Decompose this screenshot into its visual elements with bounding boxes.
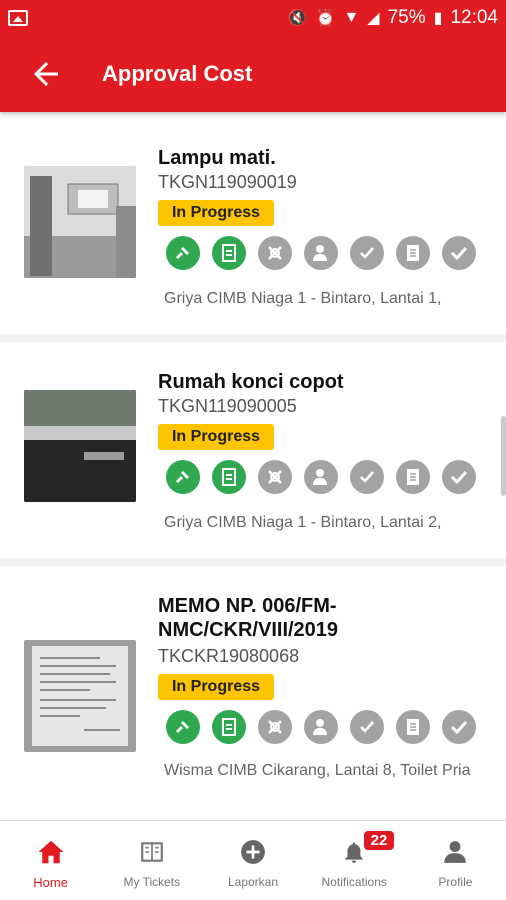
user-approval-icon — [304, 460, 338, 494]
ticket-title: MEMO NP. 006/FM-NMC/CKR/VIII/2019 — [158, 595, 339, 641]
ticket-location: Griya CIMB Niaga 1 - Bintaro, Lantai 2, — [164, 514, 442, 531]
nav-my-tickets-label: My Tickets — [123, 875, 181, 889]
ticket-location: Griya CIMB Niaga 1 - Bintaro, Lantai 1, — [164, 290, 442, 307]
approval-steps — [166, 236, 476, 270]
nav-profile[interactable]: Profile — [405, 821, 506, 900]
report-icon — [396, 460, 430, 494]
wrench-cross-icon — [258, 236, 292, 270]
tools-check-icon — [166, 710, 200, 744]
person-icon — [440, 837, 470, 867]
ticket-photo[interactable] — [24, 390, 136, 502]
ticket-list: Lampu mati. TKGN119090019 In Progress Gr… — [0, 116, 506, 820]
ticket-title: Rumah konci copot — [158, 371, 344, 393]
status-badge: In Progress — [158, 200, 274, 226]
report-icon — [396, 710, 430, 744]
tickets-icon — [137, 837, 167, 867]
user-approval-icon — [304, 236, 338, 270]
ticket-card[interactable]: Rumah konci copot TKGN119090005 In Progr… — [0, 342, 506, 558]
clock: 12:04 — [450, 7, 498, 28]
ticket-location: Wisma CIMB Cikarang, Lantai 8, Toilet Pr… — [164, 762, 471, 779]
ticket-card[interactable]: Lampu mati. TKGN119090019 In Progress Gr… — [0, 118, 506, 334]
gallery-icon — [8, 10, 28, 26]
bottom-nav: Home My Tickets Laporkan 22 Notification… — [0, 820, 506, 900]
alarm-icon: ⏰ — [315, 10, 336, 27]
document-check-icon — [212, 710, 246, 744]
nav-notifications-label: Notifications — [321, 875, 387, 889]
check-icon — [442, 460, 476, 494]
app-bar: Approval Cost — [0, 36, 506, 112]
status-badge: In Progress — [158, 674, 274, 700]
report-icon — [396, 236, 430, 270]
wifi-icon: ▼ — [343, 9, 360, 26]
hand-check-icon — [350, 710, 384, 744]
ticket-code: TKGN119090005 — [158, 396, 297, 416]
document-check-icon — [212, 460, 246, 494]
ticket-title: Lampu mati. — [158, 147, 276, 169]
tools-check-icon — [166, 460, 200, 494]
nav-home-label: Home — [33, 875, 68, 890]
page-title: Approval Cost — [102, 61, 253, 86]
status-bar: 🔇 ⏰ ▼ ◢ 75% ▮ 12:04 — [0, 0, 506, 36]
nav-profile-label: Profile — [438, 875, 473, 889]
nav-laporkan-label: Laporkan — [227, 875, 279, 889]
hand-check-icon — [350, 460, 384, 494]
mute-icon: 🔇 — [287, 10, 308, 27]
ticket-code: TKCKR19080068 — [158, 646, 300, 666]
battery-icon: ▮ — [433, 10, 443, 27]
document-check-icon — [212, 236, 246, 270]
nav-notifications[interactable]: 22 Notifications — [304, 821, 405, 900]
check-icon — [442, 710, 476, 744]
nav-home[interactable]: Home — [0, 821, 101, 900]
wrench-cross-icon — [258, 460, 292, 494]
home-icon — [36, 837, 66, 867]
nav-my-tickets[interactable]: My Tickets — [101, 821, 202, 900]
approval-steps — [166, 710, 476, 744]
user-approval-icon — [304, 710, 338, 744]
ticket-card[interactable]: MEMO NP. 006/FM-NMC/CKR/VIII/2019 TKCKR1… — [0, 566, 506, 820]
hand-check-icon — [350, 236, 384, 270]
battery-percent: 75% — [387, 7, 426, 28]
nav-laporkan[interactable]: Laporkan — [202, 821, 303, 900]
ticket-code: TKGN119090019 — [158, 172, 297, 192]
ticket-photo[interactable] — [24, 166, 136, 278]
ticket-photo[interactable] — [24, 640, 136, 752]
status-badge: In Progress — [158, 424, 274, 450]
wrench-cross-icon — [258, 710, 292, 744]
back-arrow-icon[interactable] — [28, 56, 64, 92]
notifications-count-badge: 22 — [361, 829, 397, 852]
signal-icon: ◢ — [367, 10, 380, 27]
approval-steps — [166, 460, 476, 494]
scrollbar[interactable] — [501, 416, 506, 496]
tools-check-icon — [166, 236, 200, 270]
add-circle-icon — [238, 837, 268, 867]
check-icon — [442, 236, 476, 270]
